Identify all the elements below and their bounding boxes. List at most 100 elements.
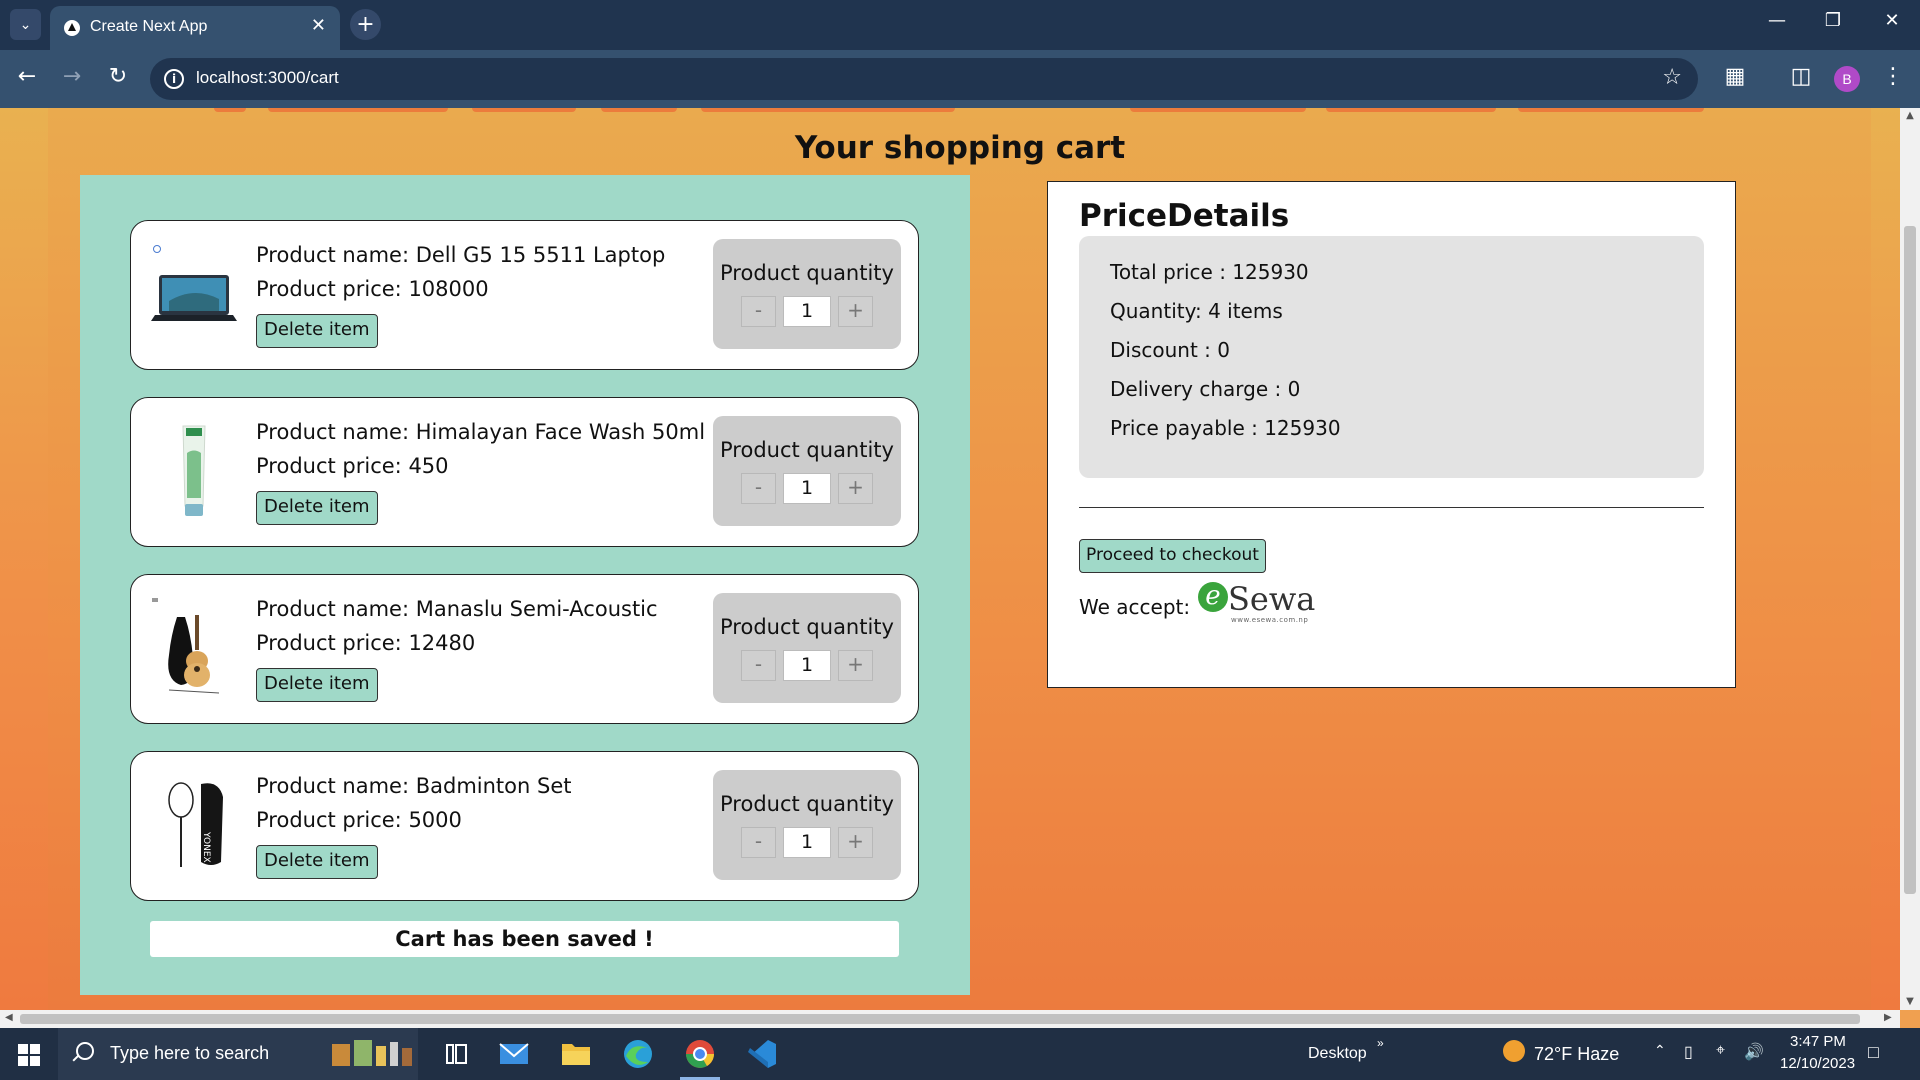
quantity-value[interactable]: 1 (783, 296, 831, 327)
weather-text[interactable]: 72°F Haze (1534, 1044, 1619, 1065)
chrome-browser-icon[interactable] (680, 1036, 720, 1080)
badminton-image: YONEX (168, 782, 223, 867)
delete-item-button[interactable]: Delete item (256, 491, 378, 525)
svg-text:YONEX: YONEX (201, 831, 211, 863)
cart-saved-message: Cart has been saved ! (150, 921, 899, 957)
browser-toolbar: ← → ↻ i localhost:3000/cart ☆ ▦ ◫ B ⋮ (0, 50, 1920, 108)
scroll-right-arrow-icon[interactable]: ▶ (1884, 1012, 1892, 1023)
tab-title: Create Next App (90, 18, 208, 35)
laptop-image (151, 245, 237, 321)
bookmark-star-icon[interactable]: ☆ (1662, 65, 1682, 90)
vertical-scrollbar[interactable]: ▲ ▼ (1900, 108, 1920, 1010)
quantity-control: Product quantity - 1 + (713, 416, 901, 526)
horizontal-scrollbar[interactable]: ◀ ▶ (0, 1010, 1900, 1028)
new-tab-plus-icon[interactable]: + (350, 9, 381, 40)
scroll-left-arrow-icon[interactable]: ◀ (5, 1012, 13, 1023)
product-price: Product price: 12480 (256, 631, 476, 655)
cart-item-dell-laptop: Product name: Dell G5 15 5511 Laptop Pro… (130, 220, 919, 370)
widgets-app-icon[interactable] (328, 1036, 418, 1072)
vertical-scroll-thumb[interactable] (1904, 226, 1916, 894)
quantity-value[interactable]: 1 (783, 473, 831, 504)
decrease-quantity-button[interactable]: - (741, 650, 776, 681)
vscode-icon[interactable] (742, 1036, 782, 1072)
delete-item-button[interactable]: Delete item (256, 845, 378, 879)
face-wash-image (182, 425, 206, 516)
product-name: Product name: Himalayan Face Wash 50ml (256, 420, 706, 444)
address-bar[interactable]: i localhost:3000/cart ☆ (150, 58, 1698, 100)
forward-arrow-icon[interactable]: → (57, 64, 87, 89)
toolbar-expand-chevron-icon[interactable]: » (1377, 1036, 1384, 1050)
browser-tab[interactable]: Create Next App ✕ (50, 6, 340, 50)
tab-search-chevron-icon[interactable]: ⌄ (10, 9, 41, 40)
wifi-icon[interactable]: ⌖ (1716, 1042, 1725, 1060)
cart-item-badminton: YONEX Product name: Badminton Set Produc… (130, 751, 919, 901)
quantity-value[interactable]: 1 (783, 650, 831, 681)
clock-date[interactable]: 12/10/2023 (1780, 1055, 1855, 1072)
cart-item-guitar: Product name: Manaslu Semi-Acoustic Prod… (130, 574, 919, 724)
page-viewport: Your shopping cart Product name: Dell G5… (0, 108, 1900, 1010)
url-text[interactable]: localhost:3000/cart (196, 68, 339, 88)
restore-icon[interactable]: ❐ (1813, 10, 1853, 31)
quantity-control: Product quantity - 1 + (713, 239, 901, 349)
discount: Discount : 0 (1110, 338, 1230, 362)
task-view-icon[interactable] (436, 1036, 476, 1072)
divider (1079, 507, 1704, 508)
guitar-image (152, 598, 220, 694)
side-panel-icon[interactable]: ◫ (1786, 64, 1816, 89)
site-info-icon[interactable]: i (164, 69, 184, 89)
scroll-up-arrow-icon[interactable]: ▲ (1900, 110, 1920, 121)
quantity-control: Product quantity - 1 + (713, 593, 901, 703)
nextjs-favicon-icon (64, 20, 80, 36)
page-title: Your shopping cart (794, 130, 1126, 166)
reload-icon[interactable]: ↻ (103, 64, 133, 89)
delete-item-button[interactable]: Delete item (256, 314, 378, 348)
notifications-icon[interactable]: □ (1868, 1042, 1879, 1063)
file-explorer-icon[interactable] (556, 1036, 596, 1072)
extensions-puzzle-icon[interactable]: ▦ (1720, 64, 1750, 89)
volume-icon[interactable]: 🔊 (1744, 1042, 1764, 1062)
search-icon (76, 1042, 94, 1060)
decrease-quantity-button[interactable]: - (741, 296, 776, 327)
decrease-quantity-button[interactable]: - (741, 473, 776, 504)
product-name: Product name: Badminton Set (256, 774, 572, 798)
mail-app-icon[interactable] (494, 1036, 534, 1072)
product-price: Product price: 450 (256, 454, 449, 478)
browser-menu-dots-icon[interactable]: ⋮ (1878, 64, 1908, 89)
product-name: Product name: Dell G5 15 5511 Laptop (256, 243, 666, 267)
browser-titlebar: ⌄ Create Next App ✕ + — ❐ ✕ (0, 0, 1920, 50)
quantity-label: Product quantity (720, 261, 894, 285)
proceed-to-checkout-button[interactable]: Proceed to checkout (1079, 539, 1266, 573)
total-quantity: Quantity: 4 items (1110, 299, 1283, 323)
decrease-quantity-button[interactable]: - (741, 827, 776, 858)
delivery-charge: Delivery charge : 0 (1110, 377, 1301, 401)
battery-icon[interactable]: ▯ (1684, 1042, 1693, 1062)
increase-quantity-button[interactable]: + (838, 296, 873, 327)
increase-quantity-button[interactable]: + (838, 827, 873, 858)
minimize-icon[interactable]: — (1757, 10, 1797, 31)
quantity-value[interactable]: 1 (783, 827, 831, 858)
windows-taskbar: Type here to search Desktop » 72°F Haze … (0, 1028, 1920, 1080)
tab-close-icon[interactable]: ✕ (311, 15, 326, 36)
scroll-down-arrow-icon[interactable]: ▼ (1900, 996, 1920, 1007)
total-price: Total price : 125930 (1110, 260, 1309, 284)
back-arrow-icon[interactable]: ← (12, 64, 42, 89)
edge-browser-icon[interactable] (618, 1036, 658, 1072)
close-window-icon[interactable]: ✕ (1872, 10, 1912, 31)
price-payable: Price payable : 125930 (1110, 416, 1341, 440)
weather-icon[interactable] (1503, 1040, 1525, 1062)
price-details-card: PriceDetails Total price : 125930 Quanti… (1047, 181, 1736, 688)
product-price: Product price: 108000 (256, 277, 489, 301)
show-hidden-icons-chevron-icon[interactable]: ⌃ (1654, 1042, 1666, 1059)
quantity-label: Product quantity (720, 792, 894, 816)
windows-start-icon[interactable] (18, 1044, 40, 1066)
horizontal-scroll-thumb[interactable] (20, 1014, 1860, 1024)
cart-item-face-wash: Product name: Himalayan Face Wash 50ml P… (130, 397, 919, 547)
delete-item-button[interactable]: Delete item (256, 668, 378, 702)
profile-avatar[interactable]: B (1834, 66, 1860, 92)
clock-time[interactable]: 3:47 PM (1790, 1033, 1846, 1050)
increase-quantity-button[interactable]: + (838, 473, 873, 504)
quantity-control: Product quantity - 1 + (713, 770, 901, 880)
desktop-toolbar-label[interactable]: Desktop (1308, 1045, 1367, 1063)
price-details-title: PriceDetails (1079, 198, 1290, 234)
increase-quantity-button[interactable]: + (838, 650, 873, 681)
